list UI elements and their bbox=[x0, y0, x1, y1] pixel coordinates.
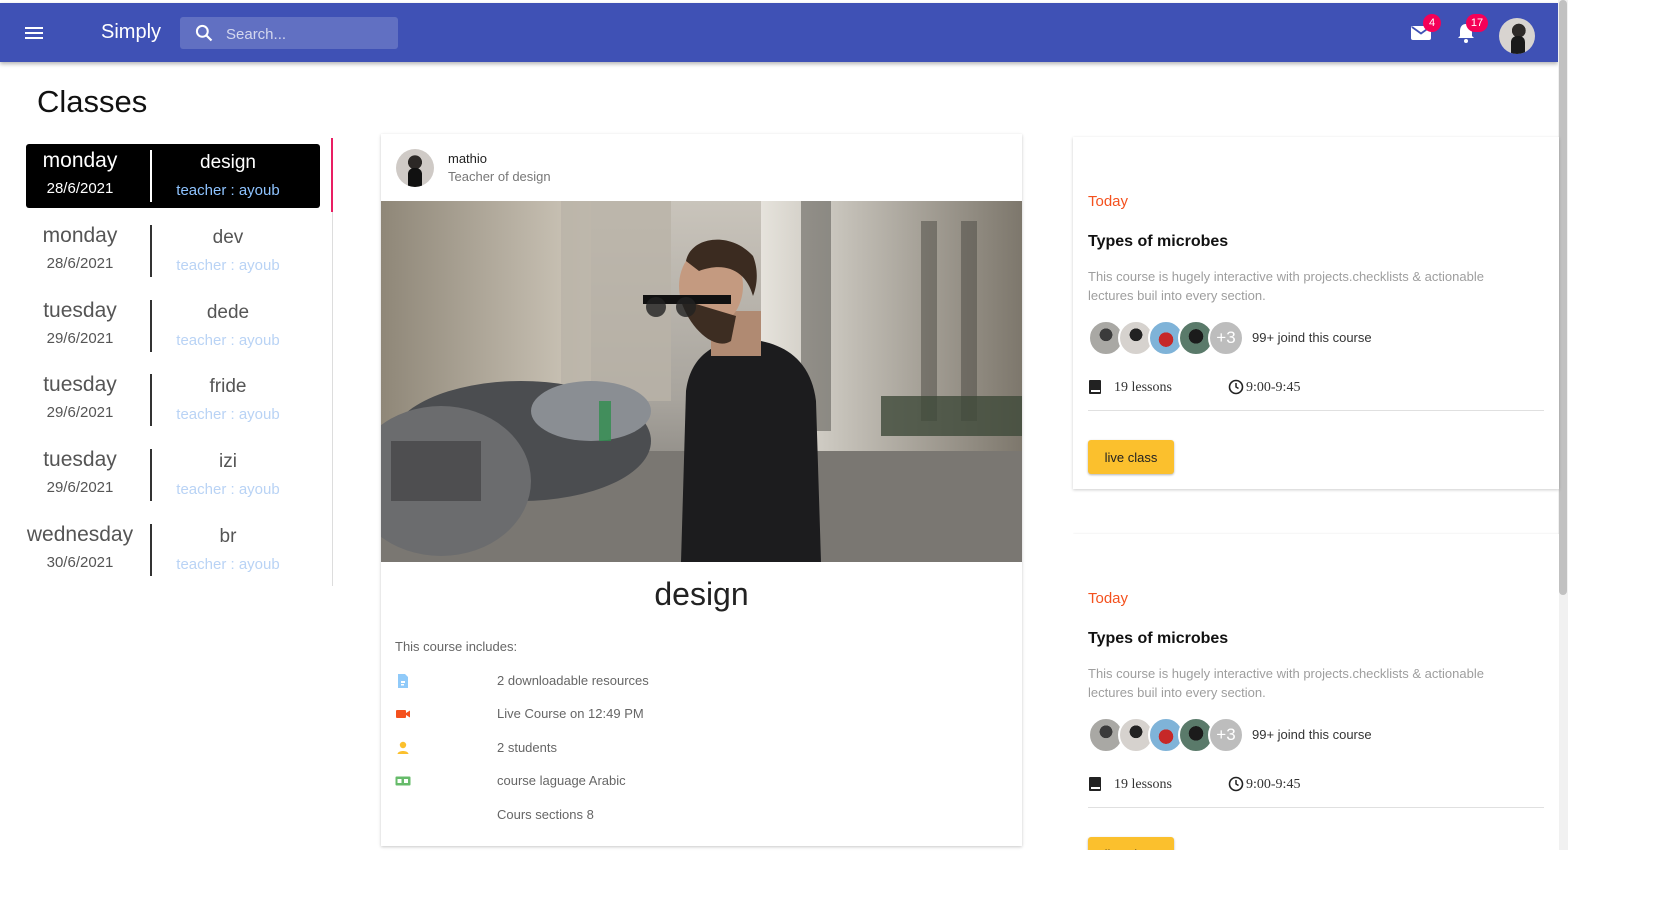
teacher-avatar[interactable] bbox=[396, 149, 434, 187]
class-teacher: teacher : ayoub bbox=[176, 481, 280, 498]
class-item[interactable]: monday 28/6/2021 design teacher : ayoub bbox=[26, 144, 320, 208]
file-icon bbox=[398, 674, 408, 688]
class-teacher: teacher : ayoub bbox=[176, 257, 280, 274]
notifications-badge: 17 bbox=[1466, 14, 1488, 32]
upcoming-card: Today Types of microbes This course is h… bbox=[1073, 534, 1559, 850]
class-date: 29/6/2021 bbox=[46, 404, 114, 421]
live-class-button[interactable]: live class bbox=[1088, 440, 1174, 474]
avatar-group: +3 bbox=[1088, 717, 1248, 753]
feature-text: course laguage Arabic bbox=[497, 773, 626, 788]
teacher-name: mathio bbox=[448, 151, 488, 166]
page: Simply 4 17 Classes bbox=[0, 0, 1680, 910]
user-avatar[interactable] bbox=[1499, 18, 1535, 54]
teacher-role: Teacher of design bbox=[448, 169, 551, 184]
divider bbox=[1088, 410, 1544, 411]
class-item[interactable]: wednesday 30/6/2021 br teacher : ayoub bbox=[26, 518, 320, 582]
video-camera-icon bbox=[396, 710, 410, 718]
class-teacher: teacher : ayoub bbox=[176, 182, 280, 199]
class-day: tuesday bbox=[43, 448, 117, 471]
language-icon bbox=[395, 776, 411, 786]
class-day: tuesday bbox=[43, 373, 117, 396]
class-teacher: teacher : ayoub bbox=[176, 406, 280, 423]
class-day: wednesday bbox=[26, 523, 134, 546]
class-subject: design bbox=[200, 152, 256, 173]
more-avatars-badge: +3 bbox=[1208, 717, 1244, 753]
page-scrollbar[interactable] bbox=[1558, 0, 1568, 850]
class-date: 29/6/2021 bbox=[46, 330, 114, 347]
clock-icon bbox=[1228, 776, 1244, 792]
class-item[interactable]: monday 28/6/2021 dev teacher : ayoub bbox=[26, 219, 320, 283]
card-viewport: Today Types of microbes This course is h… bbox=[1073, 520, 1559, 850]
feature-text: Live Course on 12:49 PM bbox=[497, 706, 644, 721]
search-icon bbox=[195, 24, 213, 42]
time-range: 9:00-9:45 bbox=[1246, 777, 1301, 792]
mail-button[interactable]: 4 bbox=[1409, 14, 1441, 45]
feature-text: 2 students bbox=[497, 740, 557, 755]
feature-text: 2 downloadable resources bbox=[497, 673, 649, 688]
upcoming-card: Today Types of microbes This course is h… bbox=[1073, 137, 1559, 489]
search-box[interactable] bbox=[180, 17, 398, 49]
page-title: Classes bbox=[37, 84, 148, 119]
class-teacher: teacher : ayoub bbox=[176, 556, 280, 573]
feature-item: course laguage Arabic bbox=[381, 771, 1022, 791]
class-teacher: teacher : ayoub bbox=[176, 332, 280, 349]
class-date: 29/6/2021 bbox=[46, 479, 114, 496]
card-description: This course is hugely interactive with p… bbox=[1088, 269, 1484, 303]
course-image bbox=[381, 201, 1022, 562]
feature-item: 2 downloadable resources bbox=[381, 671, 1022, 691]
class-subject: fride bbox=[209, 376, 247, 397]
feature-item: Cours sections 8 bbox=[381, 805, 1022, 825]
includes-label: This course includes: bbox=[395, 639, 518, 654]
feature-item: 2 students bbox=[381, 738, 1022, 758]
course-title: design bbox=[654, 576, 749, 612]
class-subject: br bbox=[219, 526, 237, 547]
time-range: 9:00-9:45 bbox=[1246, 380, 1301, 395]
clock-icon bbox=[1228, 379, 1244, 395]
more-avatars-badge: +3 bbox=[1208, 320, 1244, 356]
card-title: Types of microbes bbox=[1088, 630, 1229, 647]
notifications-button[interactable]: 17 bbox=[1454, 14, 1488, 45]
book-icon bbox=[1089, 380, 1101, 394]
lessons-count: 19 lessons bbox=[1114, 380, 1172, 395]
feature-item: Live Course on 12:49 PM bbox=[381, 704, 1022, 724]
book-icon bbox=[1089, 777, 1101, 791]
card-title: Types of microbes bbox=[1088, 233, 1229, 250]
avatar-group: +3 bbox=[1088, 320, 1248, 356]
divider bbox=[1088, 807, 1544, 808]
class-subject: izi bbox=[219, 451, 237, 472]
class-list: monday 28/6/2021 design teacher : ayoub … bbox=[26, 138, 333, 586]
class-date: 28/6/2021 bbox=[46, 255, 114, 272]
brand-title[interactable]: Simply bbox=[101, 21, 161, 44]
class-day: monday bbox=[42, 149, 118, 172]
live-class-button[interactable]: live class bbox=[1088, 837, 1174, 850]
class-date: 30/6/2021 bbox=[46, 554, 114, 571]
class-subject: dev bbox=[212, 227, 244, 248]
lessons-count: 19 lessons bbox=[1114, 777, 1172, 792]
class-day: monday bbox=[42, 224, 118, 247]
feature-text: Cours sections 8 bbox=[497, 807, 594, 822]
active-indicator bbox=[331, 138, 333, 212]
joined-count: 99+ joind this course bbox=[1252, 330, 1372, 345]
course-card: mathio Teacher of design design This cou… bbox=[381, 134, 1022, 846]
today-label: Today bbox=[1088, 590, 1129, 607]
card-description: This course is hugely interactive with p… bbox=[1088, 666, 1484, 700]
mail-badge: 4 bbox=[1423, 14, 1441, 32]
scrollbar-thumb[interactable] bbox=[1559, 0, 1567, 595]
app-bar: Simply 4 17 bbox=[0, 3, 1558, 62]
class-item[interactable]: tuesday 29/6/2021 izi teacher : ayoub bbox=[26, 443, 320, 507]
person-icon bbox=[397, 741, 409, 754]
class-item[interactable]: tuesday 29/6/2021 fride teacher : ayoub bbox=[26, 368, 320, 432]
class-item[interactable]: tuesday 29/6/2021 dede teacher : ayoub bbox=[26, 294, 320, 358]
class-date: 28/6/2021 bbox=[46, 180, 114, 197]
today-label: Today bbox=[1088, 193, 1129, 210]
class-subject: dede bbox=[206, 302, 250, 323]
class-day: tuesday bbox=[43, 299, 117, 322]
search-input[interactable] bbox=[224, 23, 393, 45]
joined-count: 99+ joind this course bbox=[1252, 727, 1372, 742]
menu-icon[interactable] bbox=[22, 21, 46, 45]
